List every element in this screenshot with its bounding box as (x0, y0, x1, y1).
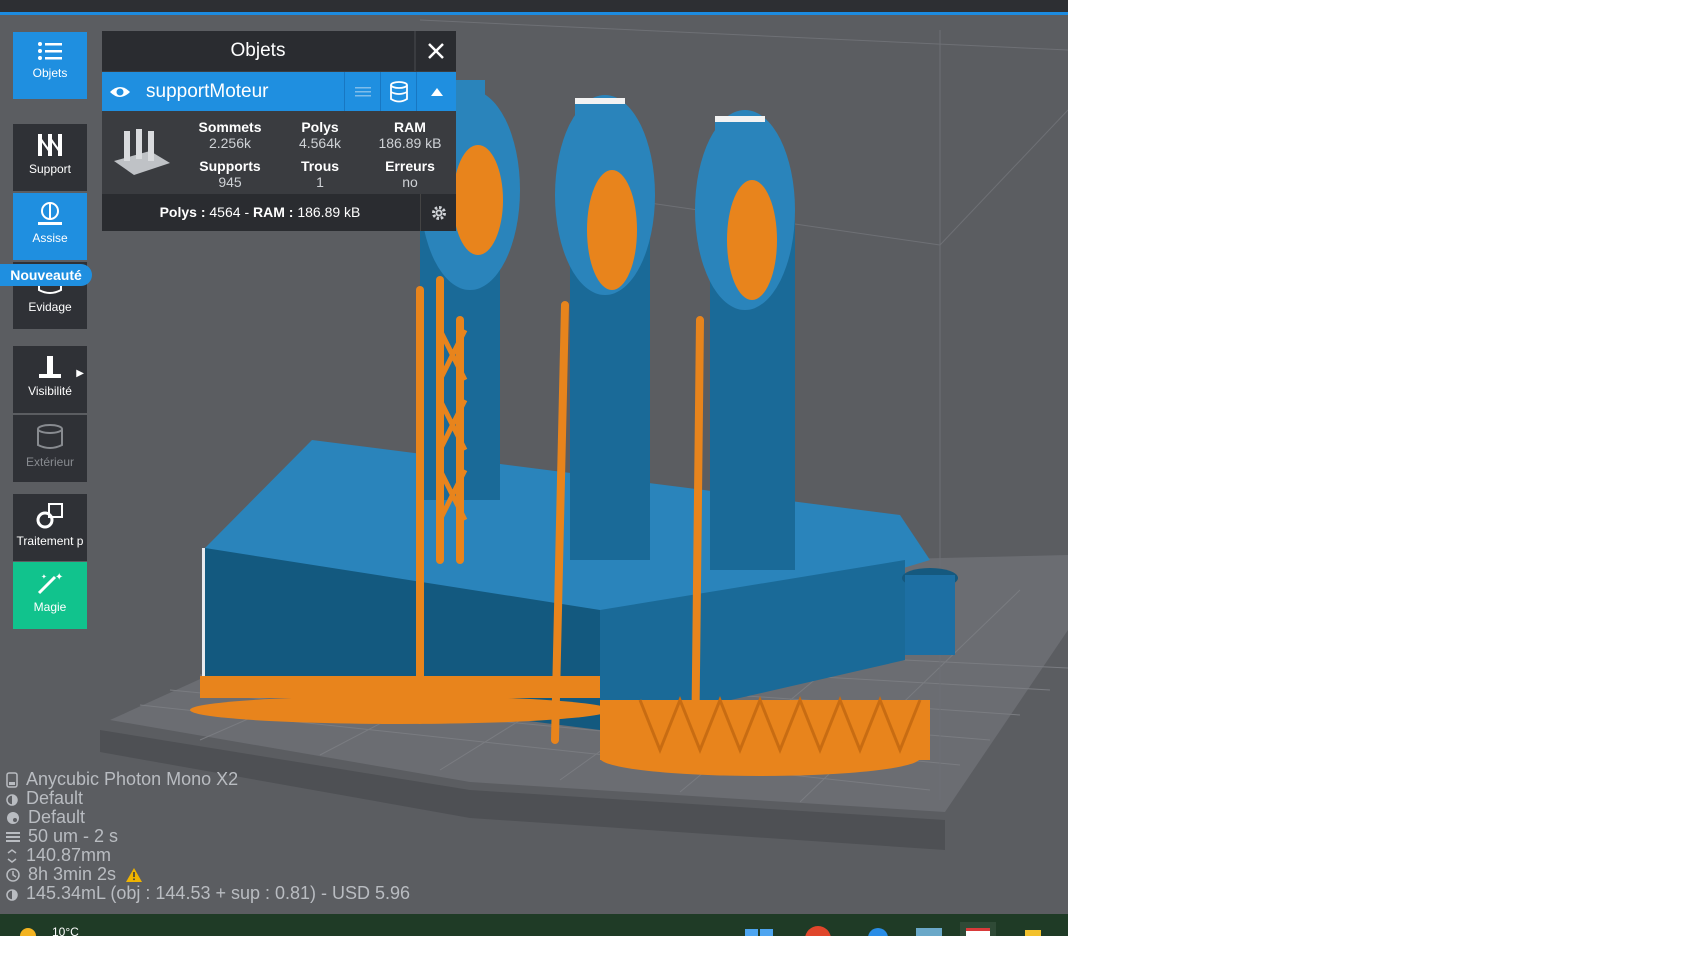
tool-label: Visibilité (28, 384, 72, 398)
file-explorer-icon[interactable] (916, 927, 942, 936)
tool-label: Evidage (28, 300, 72, 314)
stat-vertices: Sommets 2.256k (198, 119, 262, 151)
object-thumbnail (114, 129, 170, 175)
tool-label: Extérieur (25, 455, 75, 469)
os-taskbar: 10°C (0, 914, 1068, 936)
seat-icon (38, 202, 62, 225)
info-time: 8h 3min 2s (6, 865, 410, 884)
list-icon (355, 86, 371, 96)
panel-footer: Polys : 4564 - RAM : 186.89 kB (102, 194, 456, 231)
panel-settings-button[interactable] (420, 194, 457, 231)
tool-label: Assise (32, 231, 68, 245)
object-menu-button[interactable] (344, 72, 381, 111)
object-row[interactable]: supportMoteur (102, 72, 456, 111)
chevron-up-icon (431, 87, 443, 96)
folder-icon[interactable] (1025, 928, 1041, 936)
printer-icon (6, 771, 18, 788)
palette-icon (7, 811, 19, 824)
stat-polys: Polys 4.564k (298, 119, 342, 151)
processing-icon (36, 503, 63, 529)
tool-label: Traitement p (16, 534, 84, 548)
weather-sun-icon (20, 928, 36, 936)
tool-exterieur-button[interactable]: Extérieur (13, 415, 87, 482)
svg-text:✦: ✦ (55, 572, 63, 583)
info-printer: Anycubic Photon Mono X2 (6, 770, 410, 789)
gear-icon (432, 205, 446, 220)
object-hollow-button[interactable] (380, 72, 417, 111)
app-window: Objets Support Assise Evidage Nouveauté … (0, 0, 1068, 936)
new-feature-badge: Nouveauté (0, 264, 92, 286)
panel-title: Objets (102, 31, 414, 71)
stat-ram: RAM 186.89 kB (378, 119, 442, 151)
print-info: Anycubic Photon Mono X2 Default Default … (6, 770, 410, 903)
collapse-button[interactable] (416, 72, 457, 111)
info-volume: 145.34mL (obj : 144.53 + sup : 0.81) - U… (6, 884, 410, 903)
weather-temperature: 10°C (52, 925, 79, 936)
svg-text:✦: ✦ (41, 573, 47, 581)
app-icon[interactable] (868, 928, 888, 936)
support-icon (38, 134, 62, 156)
stat-errors: Erreurs no (385, 158, 435, 190)
model-upright-3 (695, 110, 795, 570)
model-boss (905, 575, 955, 655)
tool-objets-button[interactable]: Objets (13, 32, 87, 99)
info-height: 140.87mm (6, 846, 410, 865)
tool-label: Objets (32, 66, 68, 80)
model-base-edge (202, 548, 205, 680)
info-layer: 50 um - 2 s (6, 827, 410, 846)
chevron-right-icon[interactable]: ▶ (76, 368, 84, 379)
browser-icon[interactable] (805, 926, 831, 936)
object-name: supportMoteur (146, 81, 269, 102)
clock-icon (6, 867, 20, 882)
database-icon (390, 80, 408, 102)
layers-icon (6, 831, 20, 842)
tool-support-button[interactable]: Support (13, 124, 87, 191)
tool-label: Magie (33, 600, 67, 614)
height-arrows-icon (7, 848, 17, 863)
stat-supports: Supports 945 (199, 158, 261, 190)
footer-summary: Polys : 4564 - RAM : 186.89 kB (159, 204, 361, 220)
calendar-icon[interactable] (960, 922, 996, 936)
visibility-toggle[interactable] (102, 72, 138, 111)
windows-start-icon[interactable] (745, 928, 775, 936)
object-stats: Sommets 2.256k Polys 4.564k RAM 186.89 k… (102, 111, 456, 193)
tool-magie-button[interactable]: ✦ ✦ Magie (13, 562, 87, 629)
list-icon (38, 42, 62, 60)
tool-label: Support (28, 162, 72, 176)
tool-traitement-button[interactable]: Traitement p (13, 494, 87, 561)
info-resin: Default (6, 789, 410, 808)
stat-holes: Trous 1 (300, 158, 340, 190)
info-profile: Default (6, 808, 410, 827)
close-icon (428, 43, 444, 59)
eye-icon (110, 86, 130, 97)
objects-panel: Objets supportMoteur Sommets 2.256k Poly… (102, 31, 456, 231)
magic-wand-icon: ✦ ✦ (37, 572, 63, 595)
top-bar (0, 0, 1068, 15)
volume-drop-icon (6, 888, 18, 901)
cylinder-icon (37, 424, 63, 449)
tool-assise-button[interactable]: Assise (13, 193, 87, 260)
tool-visibilite-button[interactable]: Visibilité ▶ (13, 346, 87, 413)
resin-drop-icon (6, 793, 18, 806)
close-panel-button[interactable] (416, 31, 456, 71)
model-upright-2 (555, 95, 655, 560)
warning-icon[interactable] (126, 867, 143, 882)
visibility-icon (39, 356, 61, 378)
